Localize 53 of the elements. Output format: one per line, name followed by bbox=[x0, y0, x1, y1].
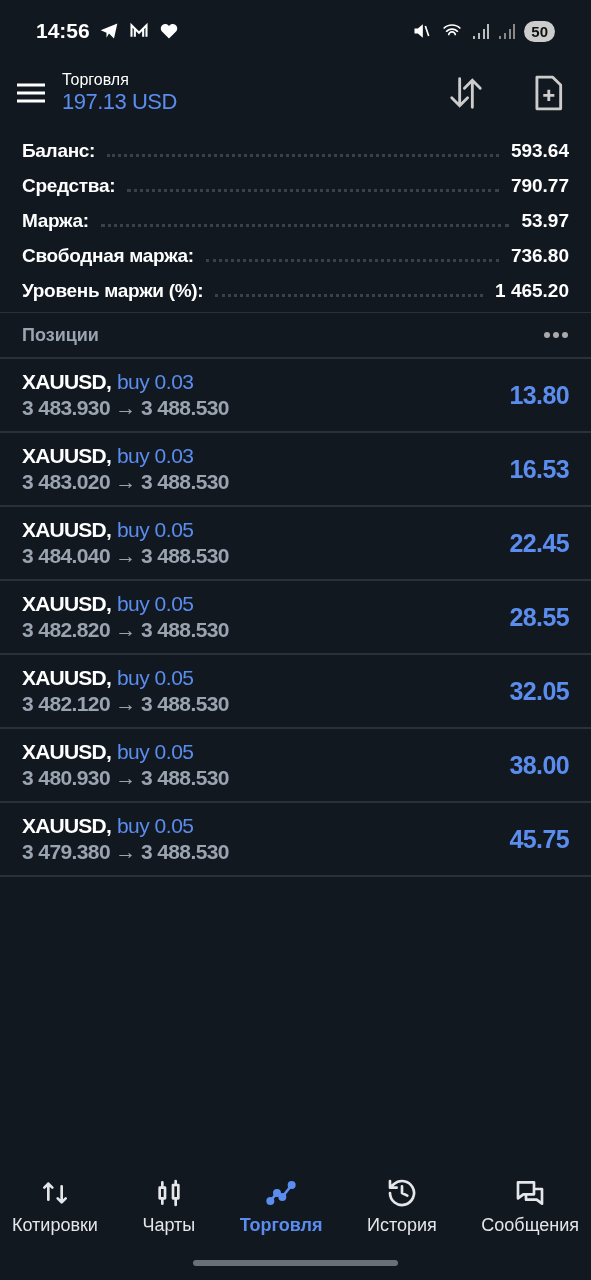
summary-label: Уровень маржи (%): bbox=[22, 280, 204, 302]
position-symbol: XAUUSD, bbox=[22, 740, 111, 764]
position-prices: 3 483.930 → 3 488.530 bbox=[22, 396, 230, 420]
position-symbol: XAUUSD, bbox=[22, 370, 111, 394]
nav-tab[interactable]: Торговля bbox=[239, 1176, 323, 1236]
summary-value: 1 465.20 bbox=[495, 280, 569, 302]
position-prices: 3 483.020 → 3 488.530 bbox=[22, 470, 230, 494]
position-order: buy 0.05 bbox=[116, 592, 194, 616]
summary-value: 736.80 bbox=[510, 245, 569, 267]
summary-label: Баланс: bbox=[22, 140, 96, 162]
position-profit: 13.80 bbox=[509, 380, 569, 410]
nav-tab[interactable]: История bbox=[367, 1176, 437, 1236]
summary-value: 593.64 bbox=[510, 140, 569, 162]
more-button[interactable] bbox=[543, 331, 569, 339]
position-order: buy 0.05 bbox=[116, 814, 194, 838]
position-symbol: XAUUSD, bbox=[22, 814, 111, 838]
battery-level: 50 bbox=[524, 20, 555, 42]
position-order: buy 0.03 bbox=[116, 444, 194, 468]
menu-button[interactable] bbox=[16, 82, 46, 104]
position-prices: 3 482.120 → 3 488.530 bbox=[22, 692, 230, 716]
section-title: Позиции bbox=[22, 324, 99, 346]
position-symbol: XAUUSD, bbox=[22, 592, 111, 616]
position-profit: 22.45 bbox=[509, 528, 569, 558]
position-symbol: XAUUSD, bbox=[22, 666, 111, 690]
position-symbol: XAUUSD, bbox=[22, 444, 111, 468]
position-order: buy 0.05 bbox=[116, 666, 194, 690]
menu-icon bbox=[16, 82, 46, 104]
position-profit: 16.53 bbox=[509, 454, 569, 484]
position-order: buy 0.05 bbox=[116, 518, 194, 542]
screen-title: Торговля bbox=[62, 71, 130, 89]
account-balance: 197.13 USD bbox=[62, 89, 178, 115]
position-prices: 3 479.380 → 3 488.530 bbox=[22, 840, 230, 864]
nav-tab[interactable]: Котировки bbox=[12, 1176, 98, 1236]
position-prices: 3 484.040 → 3 488.530 bbox=[22, 544, 230, 568]
summary-label: Маржа: bbox=[22, 210, 89, 232]
position-order: buy 0.05 bbox=[116, 740, 194, 764]
nav-tab[interactable]: Сообщения bbox=[481, 1176, 579, 1236]
nav-tab[interactable]: Чарты bbox=[142, 1176, 196, 1236]
summary-value: 790.77 bbox=[510, 175, 569, 197]
position-symbol: XAUUSD, bbox=[22, 518, 111, 542]
summary-value: 53.97 bbox=[521, 210, 569, 232]
position-profit: 28.55 bbox=[509, 602, 569, 632]
position-profit: 45.75 bbox=[509, 824, 569, 854]
position-profit: 32.05 bbox=[509, 676, 569, 706]
summary-label: Средства: bbox=[22, 175, 116, 197]
status-time: 14:56 bbox=[36, 19, 90, 43]
signal-icon bbox=[472, 21, 491, 41]
position-order: buy 0.03 bbox=[116, 370, 194, 394]
position-profit: 38.00 bbox=[509, 750, 569, 780]
position-prices: 3 482.820 → 3 488.530 bbox=[22, 618, 230, 642]
summary-label: Свободная маржа: bbox=[22, 245, 194, 267]
signal-icon bbox=[498, 21, 517, 41]
position-prices: 3 480.930 → 3 488.530 bbox=[22, 766, 230, 790]
